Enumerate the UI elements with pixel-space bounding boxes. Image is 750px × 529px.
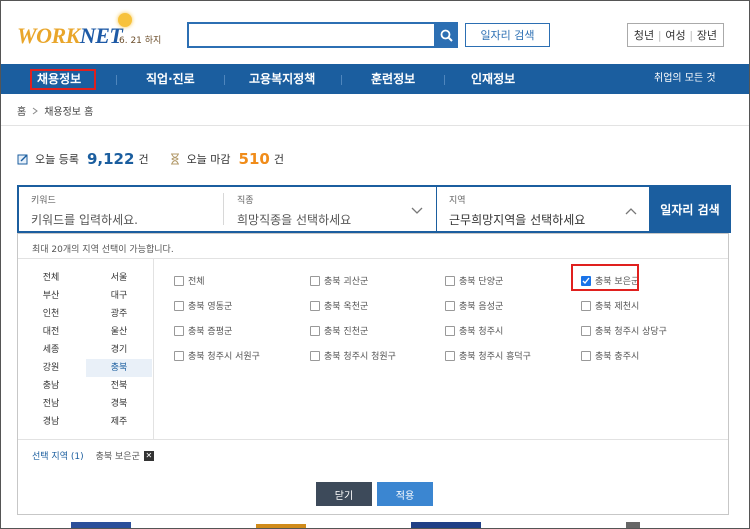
sun-icon <box>118 13 132 27</box>
worknet-logo[interactable]: WORKNET 6. 21 하지 <box>17 13 167 48</box>
region-jeju[interactable]: 제주 <box>86 413 152 431</box>
subregion-checkbox[interactable]: 충북 음성군 <box>445 299 503 312</box>
subregion-checkbox[interactable]: 충북 영동군 <box>174 299 232 312</box>
chevron-right-icon <box>32 107 39 114</box>
today-deadline-value[interactable]: 510 <box>239 150 270 168</box>
region-incheon[interactable]: 인천 <box>18 305 84 323</box>
nav-all-services[interactable]: 취업의 모든 것 <box>654 64 716 94</box>
today-stats: 오늘 등록 9,122 건 오늘 마감 510 건 <box>17 150 284 168</box>
region-limit-note: 최대 20개의 지역 선택이 가능합니다. <box>32 245 174 255</box>
subregion-checkbox[interactable]: 충북 진천군 <box>310 324 368 337</box>
region-busan[interactable]: 부산 <box>18 287 84 305</box>
target-group-links: 청년 | 여성 | 장년 <box>627 23 724 47</box>
subregion-checkbox[interactable]: 충북 옥천군 <box>310 299 368 312</box>
logo-date: 6. 21 하지 <box>119 36 162 46</box>
keyword-field[interactable]: 키워드 키워드를 입력하세요. <box>19 187 219 231</box>
close-button[interactable]: 닫기 <box>316 482 372 506</box>
target-youth-link[interactable]: 청년 <box>634 27 654 43</box>
region-gwangju[interactable]: 광주 <box>86 305 152 323</box>
today-registered-value[interactable]: 9,122 <box>87 150 134 168</box>
region-chungbuk[interactable]: 충북 <box>86 359 152 377</box>
subregion-checkbox[interactable]: 충북 단양군 <box>445 274 503 287</box>
region-sejong[interactable]: 세종 <box>18 341 84 359</box>
region-chungnam[interactable]: 충남 <box>18 377 84 395</box>
nav-item-talent[interactable]: 인재정보 <box>471 64 515 94</box>
subregion-checkbox[interactable]: 충북 청주시 상당구 <box>581 324 667 337</box>
main-nav: 채용정보 직업·진로 고용복지정책 훈련정보 인재정보 취업의 모든 것 <box>1 64 749 94</box>
target-senior-link[interactable]: 장년 <box>697 27 717 43</box>
chevron-up-icon <box>625 208 637 215</box>
job-category-select[interactable]: 직종 희망직종을 선택하세요 <box>225 187 435 231</box>
region-seoul[interactable]: 서울 <box>86 269 152 287</box>
target-women-link[interactable]: 여성 <box>665 27 685 43</box>
subregion-checkbox[interactable]: 충북 청주시 서원구 <box>174 349 260 362</box>
subregion-checkbox[interactable]: 충북 충주시 <box>581 349 639 362</box>
today-registered-label: 오늘 등록 <box>35 153 79 166</box>
subregion-checkbox[interactable]: 충북 청주시 흥덕구 <box>445 349 531 362</box>
region-jeonbuk[interactable]: 전북 <box>86 377 152 395</box>
subregion-grid: 전체 충북 괴산군 충북 단양군 충북 보은군 충북 영동군 충북 옥천군 충북… <box>154 259 728 439</box>
remove-icon[interactable]: ✕ <box>143 450 154 461</box>
region-gyeongnam[interactable]: 경남 <box>18 413 84 431</box>
register-icon <box>17 154 28 165</box>
today-registered-unit: 건 <box>138 153 149 166</box>
apply-button[interactable]: 적용 <box>377 482 433 506</box>
job-search-button[interactable]: 일자리 검색 <box>649 185 731 233</box>
search-input[interactable] <box>187 22 457 48</box>
job-search-top-button[interactable]: 일자리 검색 <box>465 23 550 47</box>
region-daejeon[interactable]: 대전 <box>18 323 84 341</box>
partner-logos-peek <box>71 522 640 528</box>
selected-chip: 충북 보은군 ✕ <box>95 450 154 462</box>
nav-item-training[interactable]: 훈련정보 <box>371 64 415 94</box>
breadcrumb-current: 채용정보 홈 <box>44 107 94 118</box>
subregion-checkbox[interactable]: 전체 <box>174 274 205 287</box>
logo-wordmark: WORKNET <box>17 23 123 48</box>
breadcrumb: 홈 채용정보 홈 <box>17 103 93 118</box>
browser-frame: WORKNET 6. 21 하지 일자리 검색 청년 | 여성 | 장년 채용정… <box>0 0 750 529</box>
banner-strip <box>1 515 749 528</box>
nav-item-career[interactable]: 직업·진로 <box>146 64 195 94</box>
subregion-checkbox[interactable]: 충북 청주시 <box>445 324 503 337</box>
site-header: WORKNET 6. 21 하지 일자리 검색 청년 | 여성 | 장년 <box>1 1 749 64</box>
nav-item-welfare[interactable]: 고용복지정책 <box>249 64 315 94</box>
selected-regions: 선택 지역 (1) 충북 보은군 ✕ <box>32 449 154 462</box>
region-all[interactable]: 전체 <box>18 269 84 287</box>
region-list: 전체 서울 부산 대구 인천 광주 대전 울산 세종 경기 강원 충북 충남 전… <box>18 259 154 439</box>
region-jeonnam[interactable]: 전남 <box>18 395 84 413</box>
today-deadline-unit: 건 <box>273 153 284 166</box>
subregion-checkbox[interactable]: 충북 괴산군 <box>310 274 368 287</box>
keyword-input[interactable]: 키워드를 입력하세요. <box>31 211 138 228</box>
job-filter-bar: 키워드 키워드를 입력하세요. 직종 희망직종을 선택하세요 지역 근무희망지역… <box>17 185 731 233</box>
region-gyeonggi[interactable]: 경기 <box>86 341 152 359</box>
subregion-checkbox[interactable]: 충북 증평군 <box>174 324 232 337</box>
region-ulsan[interactable]: 울산 <box>86 323 152 341</box>
boeun-highlight <box>571 264 639 291</box>
today-deadline-label: 오늘 마감 <box>186 153 231 166</box>
search-button[interactable] <box>434 22 458 48</box>
selected-count-label: 선택 지역 (1) <box>32 452 84 462</box>
subregion-checkbox[interactable]: 충북 제천시 <box>581 299 639 312</box>
hourglass-icon <box>170 153 179 165</box>
region-gangwon[interactable]: 강원 <box>18 359 84 377</box>
search-icon <box>440 29 453 42</box>
region-select[interactable]: 지역 근무희망지역을 선택하세요 <box>437 187 649 231</box>
breadcrumb-home[interactable]: 홈 <box>17 103 26 118</box>
region-daegu[interactable]: 대구 <box>86 287 152 305</box>
region-gyeongbuk[interactable]: 경북 <box>86 395 152 413</box>
chevron-down-icon <box>411 207 423 214</box>
nav-jobs-highlight <box>30 69 96 90</box>
subregion-checkbox[interactable]: 충북 청주시 청원구 <box>310 349 396 362</box>
